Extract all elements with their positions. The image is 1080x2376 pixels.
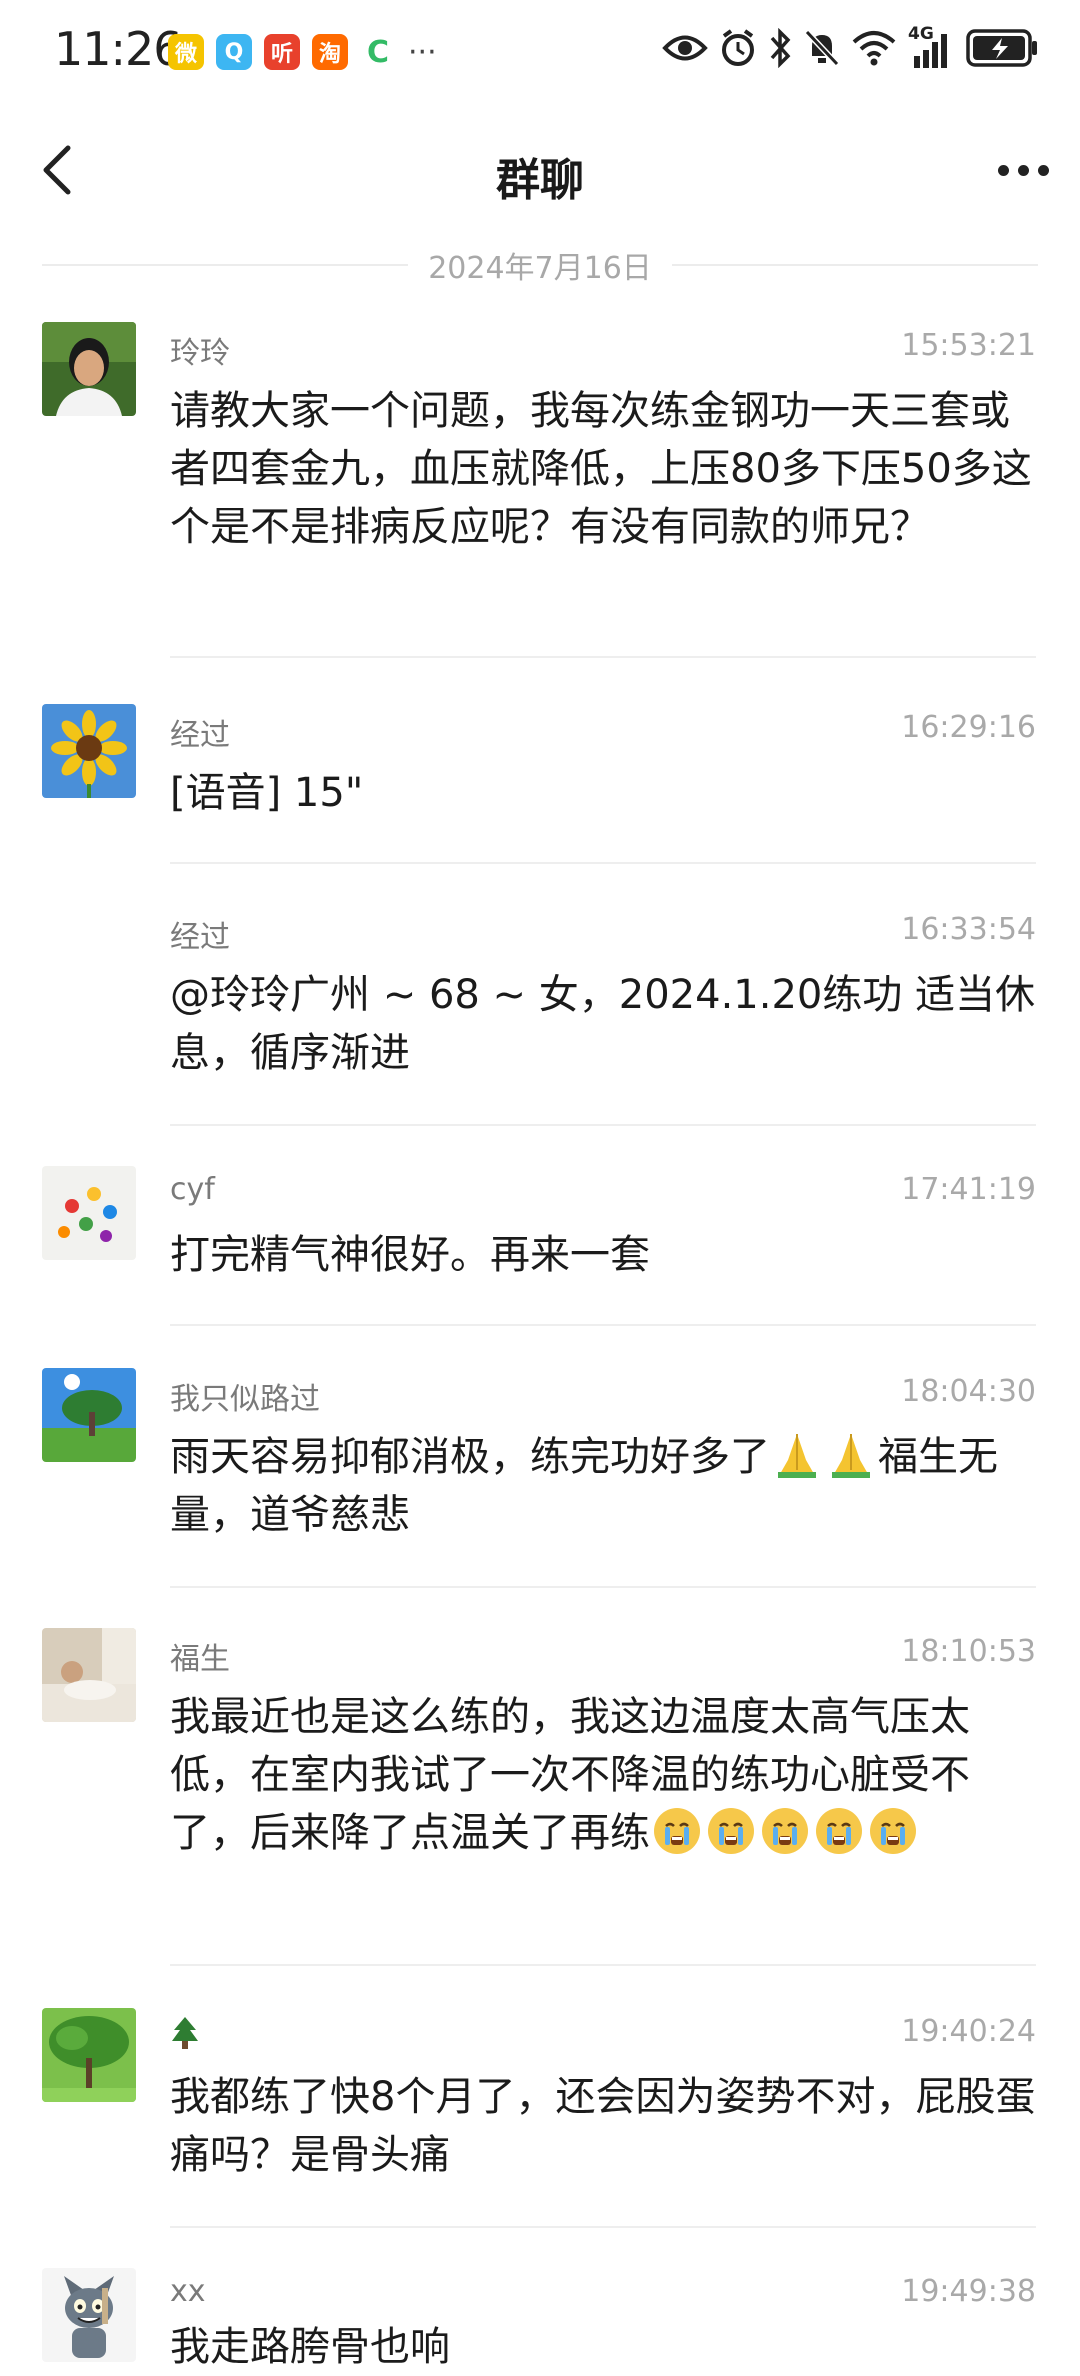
message-text: 我都练了快8个月了，还会因为姿势不对，屁股蛋痛吗？是骨头痛 — [170, 2074, 1036, 2178]
status-bar: 11:26 微 Q 听 淘 C ··· 4G — [0, 0, 1080, 110]
signal-icon: 4G — [908, 24, 954, 68]
message-separator — [170, 1324, 1036, 1326]
crying-face-emoji-icon — [654, 1808, 700, 1854]
message-text: 我最近也是这么练的，我这边温度太高气压太低，在室内我试了一次不降温的练功心脏受不… — [170, 1694, 970, 1856]
message-time: 16:33:54 — [901, 912, 1036, 947]
sender-name: 我只似路过 — [170, 1382, 320, 1417]
message-separator — [170, 656, 1036, 658]
crying-face-emoji-icon — [708, 1808, 754, 1854]
date-divider: 2024年7月16日 — [42, 240, 1039, 290]
sender-name: 经过 — [170, 920, 230, 955]
message-time: 18:04:30 — [901, 1374, 1036, 1409]
date-label: 2024年7月16日 — [428, 251, 652, 286]
crying-face-emoji-icon — [870, 1808, 916, 1854]
divider-line — [671, 264, 1039, 266]
more-options-button[interactable] — [988, 140, 1058, 200]
message-separator — [170, 1586, 1036, 1588]
message-time: 15:53:21 — [901, 328, 1036, 363]
avatar[interactable] — [42, 1166, 136, 1260]
praying-hands-emoji-icon — [832, 1434, 870, 1478]
alarm-icon — [722, 29, 754, 66]
sender-name: 🌲 — [170, 2014, 200, 2050]
bluetooth-icon — [770, 28, 791, 68]
avatar[interactable] — [42, 1368, 136, 1462]
avatar[interactable] — [42, 2008, 136, 2102]
message-separator — [170, 862, 1036, 864]
avatar[interactable] — [42, 322, 136, 416]
eye-icon — [662, 35, 708, 61]
sender-name: 经过 — [170, 718, 230, 753]
qq-icon: Q — [216, 34, 252, 70]
message-time: 17:41:19 — [901, 1172, 1036, 1207]
message-time: 19:40:24 — [901, 2014, 1036, 2049]
message-time: 16:29:16 — [901, 710, 1036, 745]
system-icons: 4G — [662, 24, 1040, 68]
voice-message[interactable]: [语音] 15" — [170, 764, 1040, 822]
taobao-icon: 淘 — [312, 34, 348, 70]
dot-icon — [1037, 164, 1049, 176]
message-text: 雨天容易抑郁消极，练完功好多了 福生无量，道爷慈悲 — [170, 1428, 1040, 1544]
refresh-icon: C — [360, 34, 396, 70]
crying-face-emoji-icon — [762, 1808, 808, 1854]
crying-face-emoji-icon — [816, 1808, 862, 1854]
sender-name: 玲玲 — [170, 336, 230, 371]
message-text: 打完精气神很好。再来一套 — [170, 1232, 650, 1278]
chat-header: 群聊 — [0, 118, 1080, 228]
mute-icon — [804, 29, 840, 67]
message-time: 18:10:53 — [901, 1634, 1036, 1669]
weibo-icon: 微 — [168, 34, 204, 70]
avatar[interactable] — [42, 2268, 136, 2362]
praying-hands-emoji-icon — [778, 1434, 816, 1478]
message-text: @玲玲广州 ~ 68 ~ 女，2024.1.20练功 适当休息，循序渐进 — [170, 972, 1036, 1076]
avatar[interactable] — [42, 1628, 136, 1722]
avatar[interactable] — [42, 704, 136, 798]
dot-icon — [1017, 164, 1029, 176]
message-time: 19:49:38 — [901, 2274, 1036, 2309]
notification-icons: 微 Q 听 淘 C ··· — [168, 34, 437, 70]
sender-name: xx — [170, 2274, 206, 2309]
sender-name: 福生 — [170, 1642, 230, 1677]
divider-line — [42, 264, 409, 266]
message-separator — [170, 2226, 1036, 2228]
status-time: 11:26 — [54, 22, 183, 76]
page-title: 群聊 — [496, 155, 584, 206]
message-text: 请教大家一个问题，我每次练金钢功一天三套或者四套金九，血压就降低，上压80多下压… — [170, 388, 1032, 550]
dot-icon — [997, 164, 1009, 176]
message-separator — [170, 1124, 1036, 1126]
wifi-icon — [852, 31, 896, 66]
more-notifications-icon: ··· — [408, 34, 437, 70]
sender-name: cyf — [170, 1172, 215, 1207]
ting-icon: 听 — [264, 34, 300, 70]
message-separator — [170, 1964, 1036, 1966]
battery-charging-icon — [966, 29, 1037, 67]
evergreen-tree-icon — [172, 2016, 198, 2049]
message-text: 我走路胯骨也响 — [170, 2324, 450, 2370]
